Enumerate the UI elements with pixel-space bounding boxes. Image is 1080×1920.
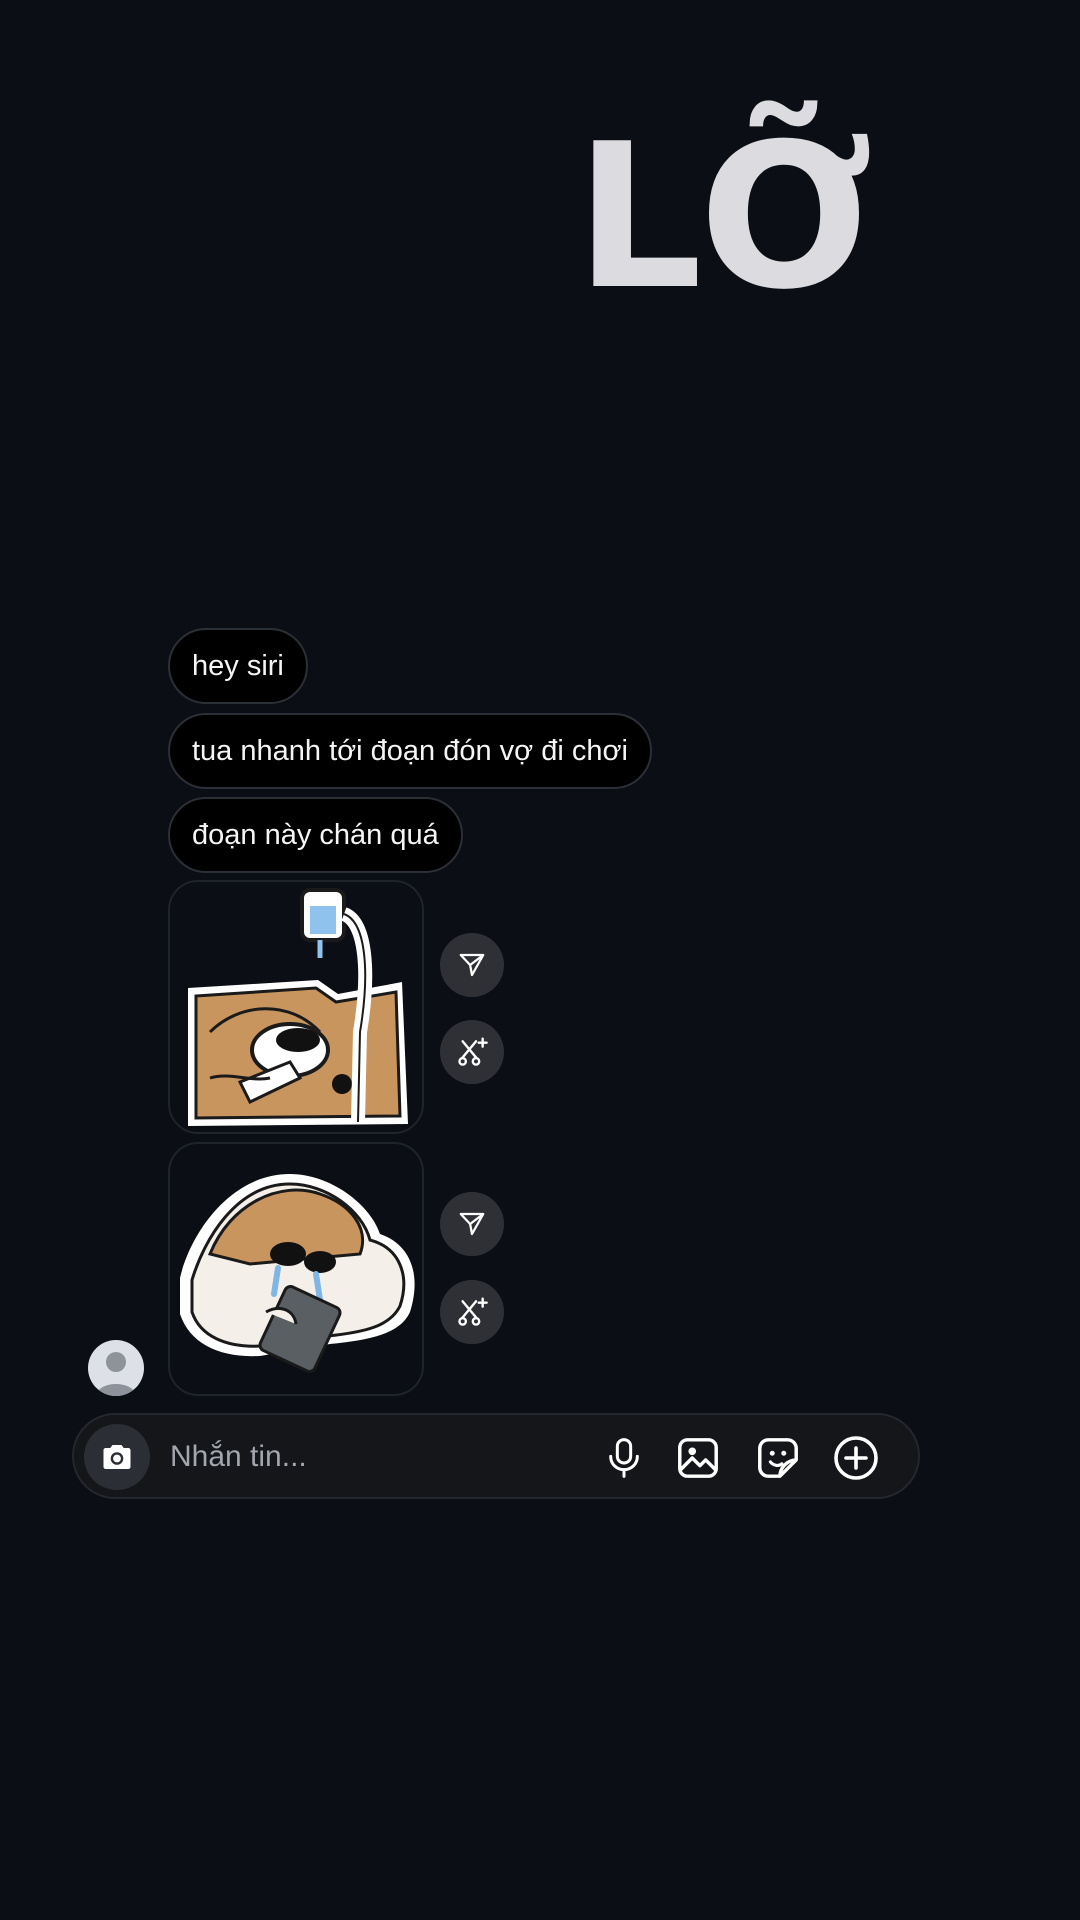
send-icon bbox=[459, 953, 485, 977]
crying-puppy-phone-sticker-icon bbox=[180, 1174, 415, 1373]
microphone-icon bbox=[609, 1438, 639, 1478]
message-text: đoạn này chán quá bbox=[192, 818, 439, 851]
sender-avatar[interactable] bbox=[88, 1340, 144, 1396]
message-bubble-3[interactable]: đoạn này chán quá bbox=[168, 797, 463, 873]
sticker-button[interactable] bbox=[754, 1434, 802, 1482]
camera-button[interactable] bbox=[84, 1424, 150, 1490]
sticker-2-share-button[interactable] bbox=[440, 1192, 504, 1256]
send-icon bbox=[459, 1212, 485, 1236]
gallery-icon bbox=[678, 1438, 718, 1478]
ai-remix-icon bbox=[458, 1037, 488, 1066]
crying-puppy-iv-drip-sticker-icon bbox=[188, 888, 408, 1126]
message-bubble-2[interactable]: tua nhanh tới đoạn đón vợ đi chơi bbox=[168, 713, 652, 789]
sticker-message-2[interactable] bbox=[168, 1142, 424, 1396]
message-text: tua nhanh tới đoạn đón vợ đi chơi bbox=[192, 734, 628, 767]
message-text: hey siri bbox=[192, 649, 284, 682]
message-composer bbox=[72, 1413, 920, 1499]
add-button[interactable] bbox=[832, 1434, 880, 1482]
microphone-button[interactable] bbox=[600, 1434, 648, 1482]
ai-remix-icon bbox=[458, 1297, 488, 1326]
sticker-2-remix-button[interactable] bbox=[440, 1280, 504, 1344]
gallery-button[interactable] bbox=[674, 1434, 722, 1482]
person-icon bbox=[96, 1352, 136, 1396]
camera-icon bbox=[103, 1445, 131, 1469]
message-input[interactable] bbox=[168, 1429, 572, 1485]
sticker-icon bbox=[758, 1438, 798, 1478]
sticker-message-1[interactable] bbox=[168, 880, 424, 1134]
sticker-1-remix-button[interactable] bbox=[440, 1020, 504, 1084]
add-icon bbox=[834, 1436, 878, 1480]
sticker-1-share-button[interactable] bbox=[440, 933, 504, 997]
message-bubble-1[interactable]: hey siri bbox=[168, 628, 308, 704]
overlay-caption-text: LỠ bbox=[575, 101, 873, 334]
